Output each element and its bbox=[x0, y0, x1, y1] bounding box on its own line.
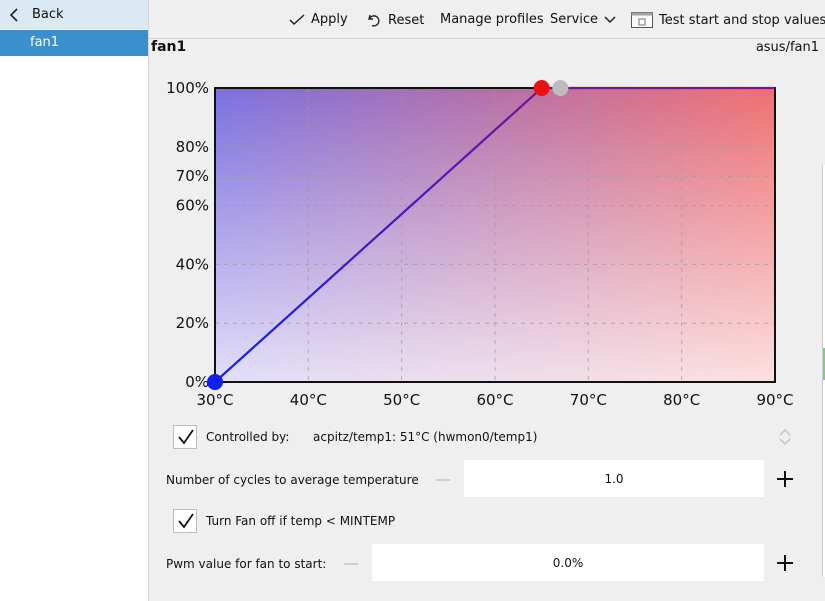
cycles-value: 1.0 bbox=[604, 471, 624, 486]
y-tick-label: 80% bbox=[176, 138, 209, 156]
checkmark-icon bbox=[178, 429, 194, 445]
x-tick-label: 30°C bbox=[196, 391, 233, 409]
y-tick-label: 60% bbox=[176, 197, 209, 215]
checkmark-icon bbox=[289, 13, 305, 25]
test-values-icon bbox=[631, 12, 653, 28]
x-tick-label: 50°C bbox=[383, 391, 420, 409]
y-tick-label: 20% bbox=[176, 314, 209, 332]
curve-point-handle[interactable] bbox=[533, 80, 550, 96]
cycles-label: Number of cycles to average temperature bbox=[166, 473, 419, 487]
fan-curve-chart[interactable]: 30°C 40°C 50°C 60°C 70°C 80°C 90°C 0% 20% 40% 60% 7… bbox=[149, 62, 825, 414]
y-tick-label: 40% bbox=[176, 255, 209, 273]
fan-off-checkbox[interactable] bbox=[173, 509, 197, 533]
cycles-input[interactable]: 1.0 bbox=[464, 460, 764, 497]
x-tick-label: 70°C bbox=[570, 391, 607, 409]
pwm-value: 0.0% bbox=[552, 555, 584, 570]
pwm-increment-button[interactable] bbox=[777, 555, 793, 571]
pwm-decrement-button[interactable] bbox=[344, 563, 358, 565]
reset-label: Reset bbox=[388, 12, 425, 28]
apply-label: Apply bbox=[311, 12, 348, 27]
sidebar: Back fan1 bbox=[0, 0, 149, 601]
service-label: Service bbox=[550, 12, 599, 27]
y-tick-label: 0% bbox=[185, 373, 209, 391]
test-start-stop-button[interactable]: Test start and stop values bbox=[631, 12, 825, 28]
x-tick-label: 60°C bbox=[476, 391, 513, 409]
test-label: Test start and stop values bbox=[659, 12, 825, 28]
fan-off-label: Turn Fan off if temp < MINTEMP bbox=[206, 514, 396, 528]
back-button[interactable]: Back bbox=[0, 0, 148, 29]
main-panel: Apply Reset Manage profiles Service Test bbox=[149, 0, 825, 601]
chevron-left-icon bbox=[9, 8, 18, 22]
updown-arrows-icon[interactable] bbox=[778, 427, 792, 447]
curve-point-handle[interactable] bbox=[207, 374, 223, 390]
apply-button[interactable]: Apply bbox=[289, 12, 348, 27]
x-tick-label: 40°C bbox=[290, 391, 327, 409]
page-title: fan1 bbox=[151, 39, 187, 55]
controlled-by-checkbox[interactable] bbox=[173, 425, 197, 449]
controlled-by-label: Controlled by: bbox=[206, 430, 290, 444]
y-tick-label: 100% bbox=[166, 79, 209, 97]
checkmark-icon bbox=[178, 513, 194, 529]
manage-profiles-label: Manage profiles bbox=[440, 12, 544, 27]
x-tick-label: 90°C bbox=[756, 391, 793, 409]
y-tick-label: 70% bbox=[176, 167, 209, 185]
sidebar-item-label: fan1 bbox=[30, 35, 60, 50]
sidebar-item-fan1[interactable]: fan1 bbox=[0, 30, 148, 56]
cycles-increment-button[interactable] bbox=[777, 471, 793, 487]
service-dropdown[interactable]: Service bbox=[550, 12, 616, 27]
undo-icon bbox=[368, 14, 380, 27]
device-path: asus/fan1 bbox=[755, 40, 819, 55]
title-row: fan1 asus/fan1 bbox=[149, 39, 825, 59]
cycles-decrement-button[interactable] bbox=[436, 479, 450, 481]
current-temp-marker bbox=[552, 80, 569, 96]
toolbar: Apply Reset Manage profiles Service Test bbox=[149, 0, 825, 39]
back-label: Back bbox=[32, 7, 64, 22]
pwm-label: Pwm value for fan to start: bbox=[166, 557, 327, 571]
chevron-down-icon bbox=[604, 15, 616, 23]
controlled-by-select[interactable]: acpitz/temp1: 51°C (hwmon0/temp1) bbox=[313, 430, 537, 444]
manage-profiles-button[interactable]: Manage profiles bbox=[440, 12, 544, 27]
x-tick-label: 80°C bbox=[663, 391, 700, 409]
pwm-input[interactable]: 0.0% bbox=[372, 544, 764, 581]
reset-button[interactable]: Reset bbox=[366, 12, 424, 28]
